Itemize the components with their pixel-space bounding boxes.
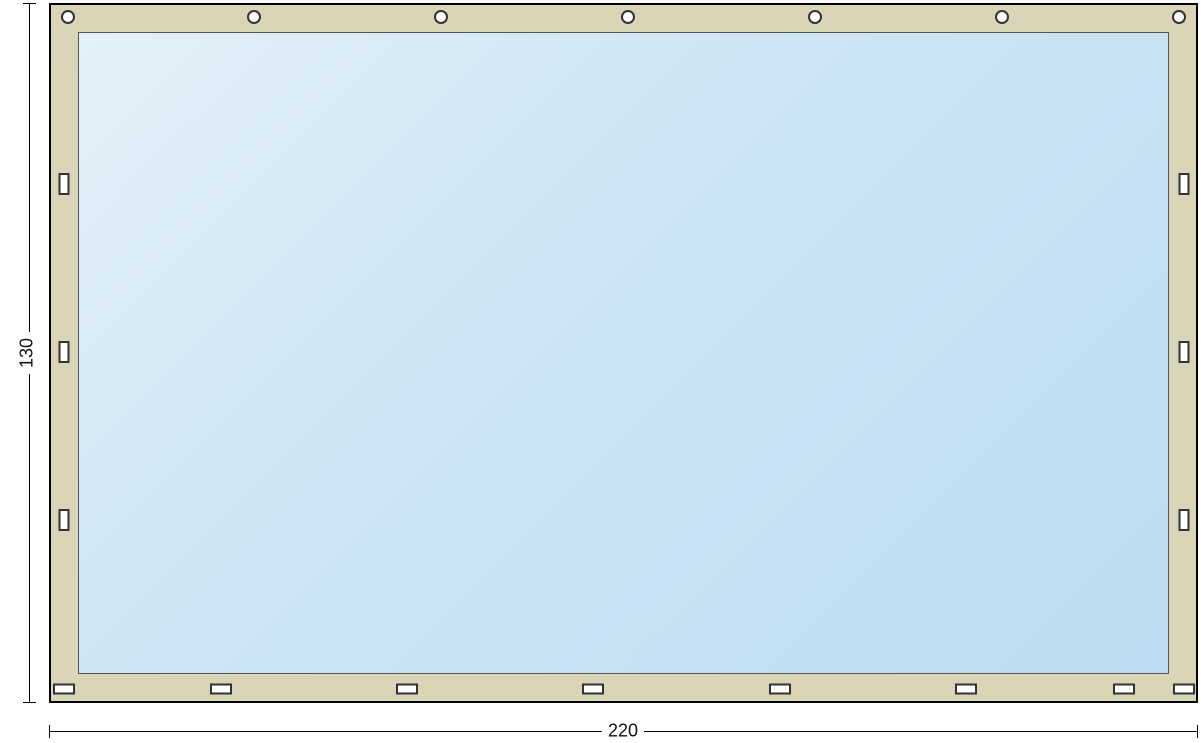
slot-icon (59, 509, 70, 531)
diagram-stage: 220 130 (0, 0, 1201, 743)
eyelet-icon (61, 10, 75, 24)
slot-icon (59, 341, 70, 363)
slot-icon (210, 684, 232, 695)
eyelet-icon (621, 10, 635, 24)
eyelet-icon (808, 10, 822, 24)
slot-icon (1113, 684, 1135, 695)
slot-icon (582, 684, 604, 695)
tarp-surface (78, 32, 1169, 674)
eyelet-icon (995, 10, 1009, 24)
slot-icon (396, 684, 418, 695)
slot-icon (1173, 684, 1195, 695)
eyelet-icon (434, 10, 448, 24)
slot-icon (955, 684, 977, 695)
eyelet-icon (247, 10, 261, 24)
slot-icon (53, 684, 75, 695)
eyelet-icon (1172, 10, 1186, 24)
slot-icon (769, 684, 791, 695)
dimension-height-label: 130 (17, 332, 38, 374)
slot-icon (1179, 173, 1190, 195)
slot-icon (1179, 509, 1190, 531)
slot-icon (1179, 341, 1190, 363)
dimension-width-label: 220 (602, 721, 644, 742)
slot-icon (59, 173, 70, 195)
